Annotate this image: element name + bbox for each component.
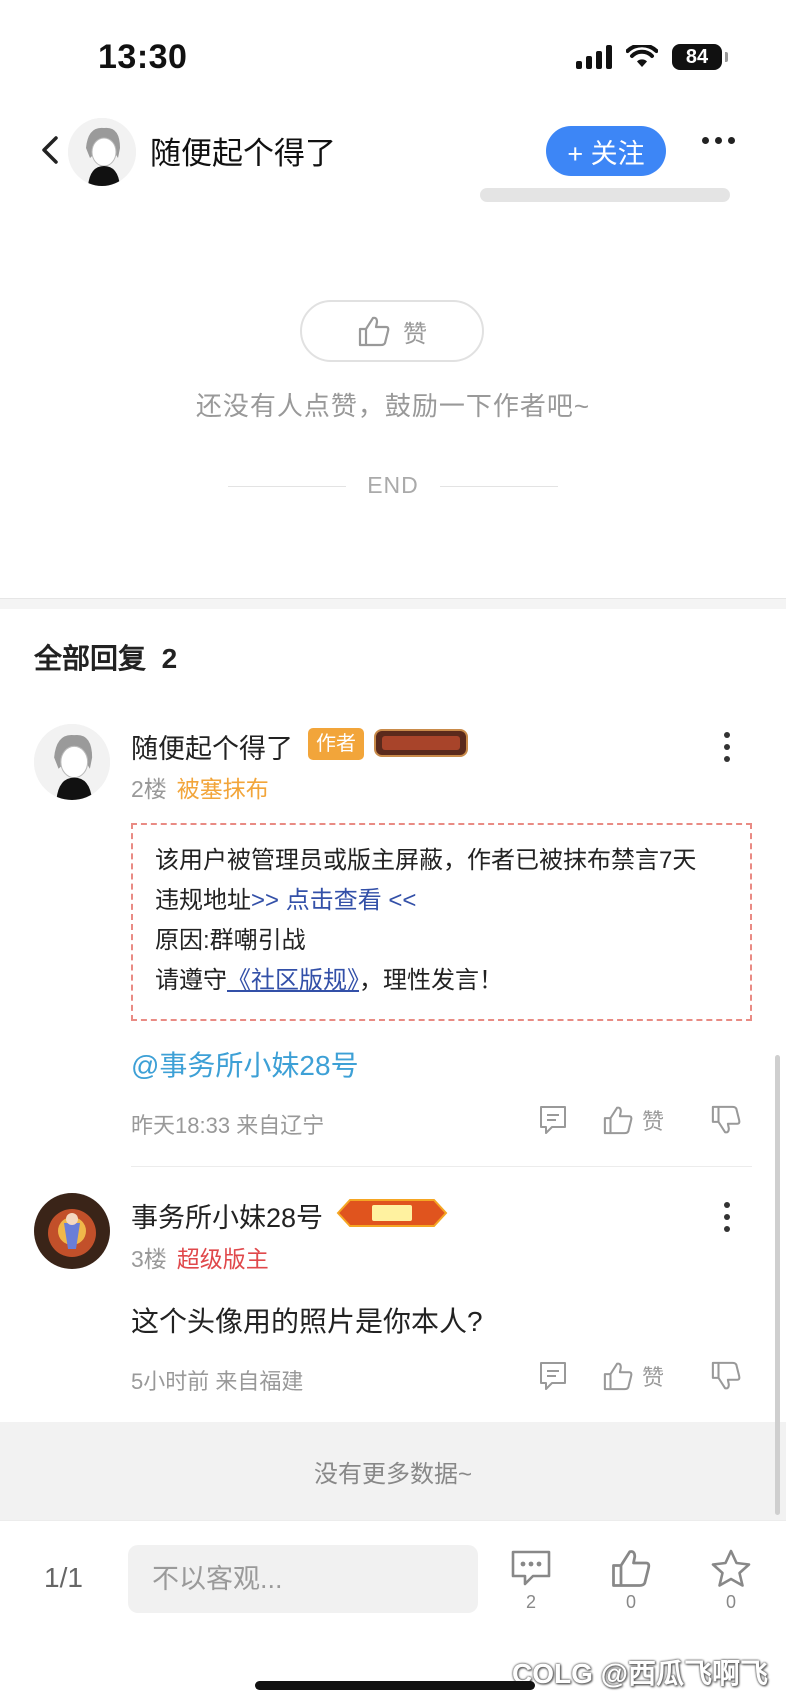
ban-notice-line: 违规地址>> 点击查看 << — [155, 881, 728, 921]
comment-more-icon[interactable] — [724, 1202, 730, 1232]
comment-username[interactable]: 事务所小妹28号 — [131, 1196, 323, 1235]
comment-username[interactable]: 随便起个得了 — [131, 727, 293, 766]
comment-like-label: 赞 — [642, 1109, 665, 1134]
comment-location: 来自辽宁 — [236, 1113, 325, 1138]
ban-notice-line: 请遵守《社区版规》，理性发言！ — [155, 961, 728, 1001]
reply-input[interactable] — [128, 1545, 478, 1613]
comment-location: 来自福建 — [215, 1369, 304, 1394]
medal-badge-icon — [374, 729, 468, 757]
faded-watermark — [480, 188, 730, 202]
page-indicator[interactable]: 1/1 — [44, 1562, 83, 1594]
comment-divider — [131, 1166, 752, 1167]
reply-icon[interactable] — [538, 1360, 568, 1392]
thumbs-down-icon[interactable] — [710, 1361, 742, 1391]
watermark: COLG @西瓜飞啊飞 — [512, 1658, 768, 1689]
comment-count: 2 — [525, 1592, 536, 1612]
medal-badge-icon — [336, 1199, 448, 1227]
comment-avatar[interactable] — [34, 1193, 110, 1269]
like-count: 0 — [625, 1592, 636, 1612]
ban-notice: 该用户被管理员或版主屏蔽，作者已被抹布禁言7天 违规地址>> 点击查看 << 原… — [131, 823, 752, 1021]
header-username[interactable]: 随便起个得了 — [150, 128, 336, 173]
favorite-button[interactable]: 0 — [701, 1548, 761, 1613]
comment-floor: 3楼 — [131, 1246, 167, 1272]
header-avatar[interactable] — [68, 118, 136, 186]
user-level: 被塞抹布 — [176, 776, 269, 802]
scrollbar[interactable] — [775, 1055, 780, 1515]
ban-rules-prefix: 请遵守 — [155, 967, 227, 994]
comment-meta: 昨天18:33 来自辽宁 — [131, 1108, 324, 1140]
thumbs-down-icon[interactable] — [710, 1105, 742, 1135]
comment-floor: 2楼 — [131, 776, 167, 802]
thumbs-up-icon — [603, 1106, 633, 1135]
thumbs-up-icon — [358, 316, 390, 347]
community-rules-link[interactable]: 《社区版规》 — [227, 967, 359, 994]
comment-avatar[interactable] — [34, 724, 110, 800]
comment-like-button[interactable]: 赞 — [602, 1360, 664, 1392]
ban-reason: 原因:群嘲引战 — [155, 927, 306, 954]
like-button[interactable]: 赞 — [300, 300, 484, 362]
comment-floor-row: 3楼 超级版主 — [131, 1240, 269, 1274]
avatar-illustration — [34, 1193, 110, 1269]
thumbs-up-icon — [612, 1550, 651, 1587]
replies-count: 2 — [161, 643, 178, 674]
home-indicator[interactable] — [255, 1681, 535, 1690]
thumbs-up-icon — [603, 1362, 633, 1391]
avatar-illustration — [34, 724, 110, 800]
comment-floor-row: 2楼 被塞抹布 — [131, 770, 269, 804]
reply-icon[interactable] — [538, 1104, 568, 1136]
replies-title-label: 全部回复 — [34, 643, 147, 674]
cellular-signal-icon — [576, 45, 612, 69]
comment-more-icon[interactable] — [724, 732, 730, 762]
replies-title: 全部回复 2 — [34, 637, 177, 677]
bottom-like-button[interactable]: 0 — [601, 1548, 661, 1613]
avatar-illustration — [68, 118, 136, 186]
favorite-count: 0 — [725, 1592, 736, 1612]
status-time: 13:30 — [98, 38, 188, 76]
wifi-icon — [626, 45, 658, 67]
comment-time: 5小时前 — [131, 1369, 210, 1394]
more-options-icon[interactable] — [702, 137, 735, 144]
status-icons: 84 — [576, 44, 728, 70]
comment-meta: 5小时前 来自福建 — [131, 1364, 303, 1396]
user-level: 超级版主 — [176, 1246, 269, 1272]
comment-text: 这个头像用的照片是你本人? — [131, 1306, 483, 1337]
ban-rules-suffix: ，理性发言！ — [359, 967, 503, 994]
back-arrow-icon[interactable] — [36, 130, 62, 170]
follow-button[interactable]: + 关注 — [546, 126, 666, 176]
battery-icon: 84 — [672, 44, 728, 70]
like-label: 赞 — [403, 320, 427, 348]
no-more-data: 没有更多数据~ — [0, 1422, 786, 1520]
user-mention-link[interactable]: @事务所小妹28号 — [131, 1044, 359, 1084]
ban-notice-line: 该用户被管理员或版主屏蔽，作者已被抹布禁言7天 — [155, 847, 697, 874]
end-divider-right — [440, 486, 558, 487]
star-icon — [711, 1549, 751, 1587]
like-hint-text: 还没有人点赞，鼓励一下作者吧~ — [195, 391, 591, 421]
end-label: END — [367, 472, 419, 498]
ban-address-label: 违规地址 — [155, 887, 251, 914]
comment-icon — [511, 1550, 551, 1586]
comment-like-label: 赞 — [642, 1365, 665, 1390]
comments-button[interactable]: 2 — [501, 1548, 561, 1613]
comment-time: 昨天18:33 — [131, 1113, 231, 1138]
view-violation-link[interactable]: >> 点击查看 << — [251, 887, 416, 914]
section-separator — [0, 598, 786, 609]
comment-like-button[interactable]: 赞 — [602, 1104, 664, 1136]
author-badge: 作者 — [308, 728, 364, 760]
